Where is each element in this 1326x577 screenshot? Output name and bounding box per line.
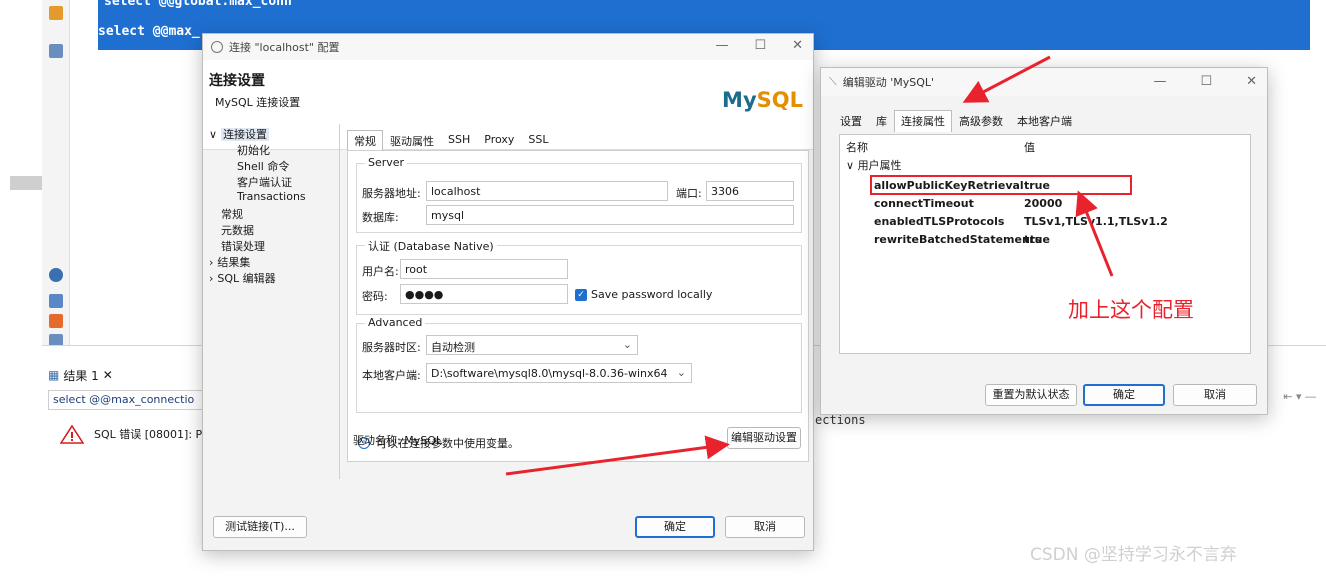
arrow-to-property (1075, 190, 1114, 277)
arrow-to-edit-driver (505, 435, 730, 476)
watermark: CSDN @坚持学习永不言弃 (1030, 545, 1237, 565)
annotation-text: 加上这个配置 (1068, 298, 1194, 322)
annotation-arrows (505, 55, 1114, 476)
arrow-to-tab (962, 55, 1051, 103)
